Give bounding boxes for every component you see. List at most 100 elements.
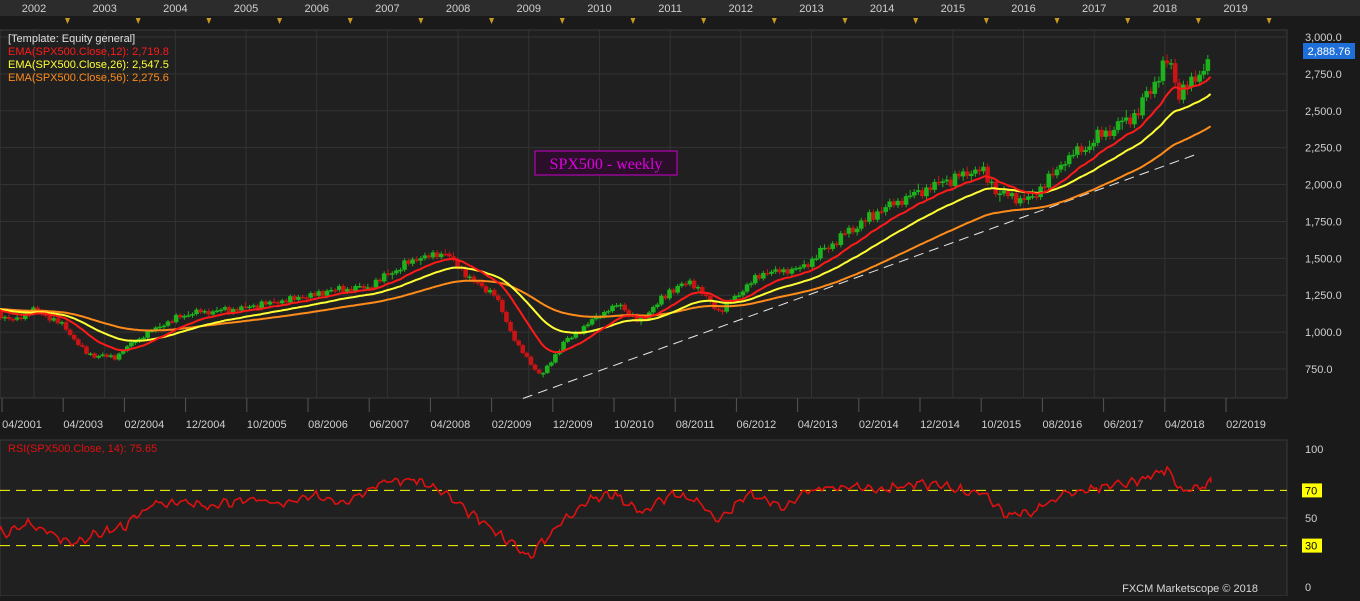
candle-body[interactable] [867, 212, 872, 222]
candle-body[interactable] [1123, 117, 1129, 121]
candle-body[interactable] [373, 279, 379, 288]
candle-body[interactable] [198, 309, 203, 313]
candle-body[interactable] [540, 372, 546, 375]
candle-body[interactable] [67, 329, 73, 336]
candle-body[interactable] [879, 211, 884, 213]
candle-body[interactable] [1164, 60, 1170, 64]
candle-body[interactable] [744, 284, 750, 292]
candle-body[interactable] [341, 286, 346, 293]
candle-body[interactable] [969, 173, 974, 177]
candle-body[interactable] [467, 276, 473, 279]
candle-body[interactable] [292, 296, 297, 300]
candle-body[interactable] [1176, 82, 1182, 100]
candle-body[interactable] [964, 171, 970, 177]
candle-body[interactable] [618, 304, 623, 307]
candle-body[interactable] [805, 264, 811, 267]
candle-body[interactable] [761, 272, 766, 279]
candle-body[interactable] [1075, 146, 1080, 155]
candle-body[interactable] [667, 289, 672, 299]
candle-body[interactable] [944, 179, 950, 182]
candle-body[interactable] [1172, 63, 1178, 83]
candle-body[interactable] [985, 166, 990, 183]
candle-body[interactable] [830, 243, 835, 249]
candle-body[interactable] [312, 293, 318, 296]
candle-body[interactable] [973, 169, 978, 174]
candle-body[interactable] [398, 269, 403, 272]
candle-body[interactable] [1193, 76, 1198, 82]
candle-body[interactable] [512, 330, 517, 341]
candle-body[interactable] [553, 354, 558, 363]
candle-body[interactable] [814, 258, 819, 260]
candle-body[interactable] [797, 267, 803, 269]
candle-body[interactable] [263, 301, 269, 305]
candle-body[interactable] [834, 243, 840, 246]
candle-body[interactable] [418, 258, 424, 261]
candle-body[interactable] [328, 289, 334, 292]
candle-body[interactable] [1054, 169, 1060, 176]
candle-body[interactable] [569, 337, 575, 340]
candle-body[interactable] [116, 353, 122, 360]
candle-body[interactable] [271, 301, 277, 304]
candle-body[interactable] [822, 247, 827, 250]
candle-body[interactable] [1046, 173, 1052, 188]
candle-body[interactable] [858, 220, 864, 229]
candle-body[interactable] [406, 260, 411, 264]
chart-canvas[interactable]: 2002 2003 2004 2005 2006 2007 2008 2009 2010 2011… [0, 0, 1360, 597]
candle-body[interactable] [589, 319, 595, 325]
candle-body[interactable] [182, 315, 187, 318]
candle-body[interactable] [483, 286, 489, 293]
candle-body[interactable] [475, 281, 481, 284]
candle-body[interactable] [1128, 117, 1133, 125]
candle-body[interactable] [365, 287, 371, 289]
candle-body[interactable] [948, 179, 954, 186]
candle-body[interactable] [1091, 142, 1096, 147]
candle-body[interactable] [838, 233, 844, 246]
candle-body[interactable] [504, 312, 509, 322]
candle-body[interactable] [438, 253, 444, 258]
candle-body[interactable] [394, 270, 399, 274]
candle-body[interactable] [316, 291, 322, 296]
candle-body[interactable] [1001, 190, 1007, 194]
candle-body[interactable] [47, 315, 53, 321]
candle-body[interactable] [177, 314, 183, 318]
candle-body[interactable] [871, 212, 876, 220]
candle-body[interactable] [683, 283, 689, 286]
candle-body[interactable] [875, 211, 880, 220]
candle-body[interactable] [952, 173, 958, 186]
candle-body[interactable] [622, 304, 628, 311]
candle-body[interactable] [308, 293, 314, 298]
candle-body[interactable] [2, 316, 8, 319]
candle-body[interactable] [671, 289, 676, 293]
candle-body[interactable] [907, 195, 913, 198]
candle-body[interactable] [1005, 190, 1011, 197]
candle-body[interactable] [801, 264, 807, 268]
candle-body[interactable] [1099, 129, 1105, 137]
candle-body[interactable] [895, 200, 901, 206]
candle-body[interactable] [777, 269, 782, 273]
candle-body[interactable] [769, 271, 774, 274]
candle-body[interactable] [88, 353, 93, 355]
candle-body[interactable] [740, 291, 746, 296]
candle-body[interactable] [789, 268, 795, 274]
candle-body[interactable] [1034, 196, 1039, 198]
candle-body[interactable] [202, 311, 208, 313]
candle-body[interactable] [1050, 173, 1056, 176]
candle-body[interactable] [92, 353, 97, 358]
candle-body[interactable] [491, 290, 497, 296]
candle-body[interactable] [226, 307, 232, 314]
candle-body[interactable] [520, 345, 526, 354]
candle-body[interactable] [96, 355, 101, 358]
candle-body[interactable] [479, 282, 485, 287]
candle-body[interactable] [703, 294, 709, 296]
candle-body[interactable] [141, 337, 146, 340]
candle-body[interactable] [357, 286, 362, 288]
candle-body[interactable] [911, 191, 917, 196]
candle-body[interactable] [377, 279, 383, 282]
candle-body[interactable] [283, 300, 289, 303]
candle-body[interactable] [932, 181, 937, 190]
candle-body[interactable] [389, 273, 395, 275]
candle-body[interactable] [206, 311, 212, 315]
candle-body[interactable] [402, 260, 407, 270]
candle-body[interactable] [447, 253, 452, 257]
candle-body[interactable] [71, 335, 77, 340]
